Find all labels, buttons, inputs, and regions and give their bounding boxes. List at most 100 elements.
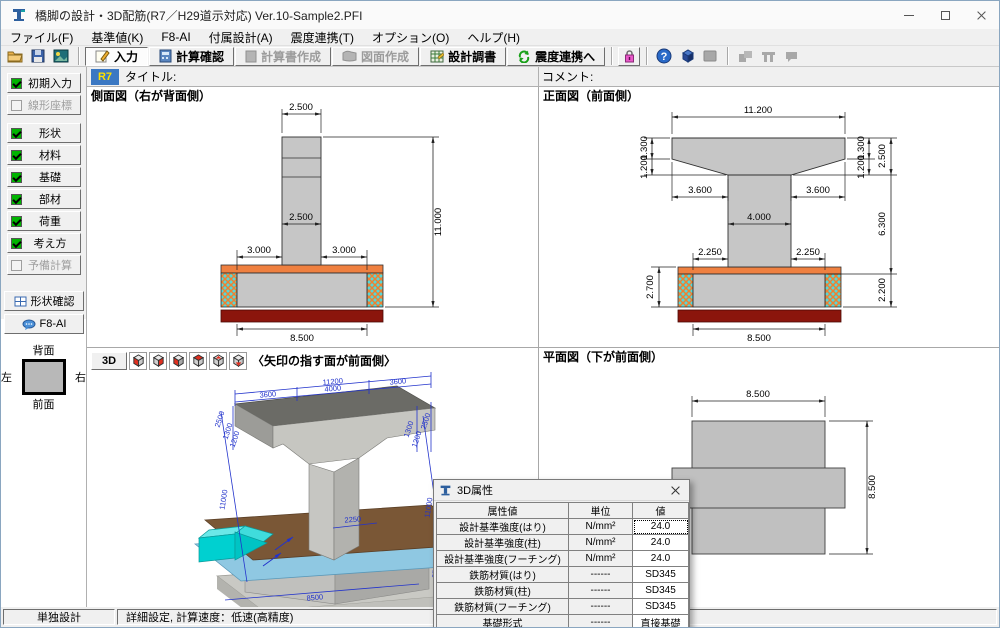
view3d-toolbar: 3D 〈矢印の指す面が前面側〉 (87, 348, 538, 371)
menu-f8ai[interactable]: F8-AI (152, 29, 199, 45)
orientation-widget: 背面 左 右 前面 (1, 342, 86, 412)
input-mode-button[interactable]: 入力 (85, 47, 148, 66)
toolbar-separator (78, 47, 80, 65)
svg-text:?: ? (661, 51, 668, 63)
sidebar-item-linear-coords[interactable]: 線形座標 (7, 95, 81, 115)
sidebar-item-label: 初期入力 (28, 75, 72, 91)
disabled-tool-3-button[interactable] (780, 47, 802, 66)
table-row: 基礎形式------直接基礎 (437, 615, 689, 628)
view-cube-bottom-button[interactable] (229, 352, 247, 370)
view3d-caption: 〈矢印の指す面が前面側〉 (252, 352, 396, 369)
dim-label: 2.250 (796, 247, 820, 258)
comment-field-label: コメント: (542, 68, 593, 85)
menu-attached-design[interactable]: 付属設計(A) (200, 28, 282, 47)
disabled-tool-2-button[interactable] (757, 47, 779, 66)
attr-value[interactable]: SD345 (633, 567, 689, 583)
attr-value[interactable]: 24.0 (633, 535, 689, 551)
design-sheet-button[interactable]: 設計調書 (420, 47, 506, 66)
attr-value[interactable]: 24.0 (633, 519, 689, 535)
backfill-hatch-right (367, 273, 383, 307)
close-icon (670, 485, 681, 496)
beam-plan (672, 468, 845, 508)
sidebar-item-material[interactable]: 材料 (7, 145, 81, 165)
column-header: 属性値 (437, 503, 569, 519)
sidebar-item-initial-input[interactable]: 初期入力 (7, 73, 81, 93)
orientation-box (22, 359, 66, 395)
sidebar-item-shape[interactable]: 形状 (7, 123, 81, 143)
view-cube-top-button[interactable] (209, 352, 227, 370)
column-header: 単位 (569, 503, 633, 519)
svg-text:11000: 11000 (217, 489, 229, 510)
sidebar-item-label: 部材 (39, 191, 61, 207)
table-row: 設計基準強度(はり)N/mm²24.0 (437, 519, 689, 535)
viewer-settings-button[interactable] (699, 47, 721, 66)
view-cube-icon (211, 353, 226, 368)
export-image-button[interactable] (50, 47, 72, 66)
folder-icon (7, 49, 23, 63)
save-button[interactable] (27, 47, 49, 66)
menu-help[interactable]: ヘルプ(H) (458, 28, 529, 47)
sidebar-item-member[interactable]: 部材 (7, 189, 81, 209)
check-icon (11, 78, 22, 89)
toolbar-separator (727, 47, 729, 65)
title-bar: 橋脚の設計・3D配筋(R7／H29道示対応) Ver.10-Sample2.PF… (1, 1, 999, 29)
sidebar-item-label: 考え方 (34, 235, 67, 251)
report-create-button[interactable]: 計算書作成 (235, 47, 331, 66)
3d-box-icon (680, 49, 695, 63)
3d-attributes-dialog: 3D属性 属性値 単位 値 設計基準強度(はり)N/mm²24.0 設計基準強度… (433, 479, 690, 628)
design-sheet-icon (430, 50, 444, 63)
report-icon (245, 50, 257, 63)
view-cube-back-button[interactable] (189, 352, 207, 370)
view-cube-left-button[interactable] (169, 352, 187, 370)
table-row: 設計基準強度(フーチング)N/mm²24.0 (437, 551, 689, 567)
chat-bubble-icon (22, 319, 36, 330)
open-file-button[interactable] (4, 47, 26, 66)
dialog-close-button[interactable] (666, 482, 684, 498)
3d-viewer-button[interactable] (676, 47, 698, 66)
menu-standard-values[interactable]: 基準値(K) (82, 28, 152, 47)
attr-value[interactable]: SD345 (633, 599, 689, 615)
calc-check-button[interactable]: 計算確認 (149, 47, 234, 66)
sidebar-item-load[interactable]: 荷重 (7, 211, 81, 231)
shape-check-button[interactable]: 形状確認 (4, 291, 84, 311)
menu-options[interactable]: オプション(O) (363, 28, 458, 47)
view-cube-icon (171, 353, 186, 368)
svg-text:2250: 2250 (344, 514, 361, 524)
table-row: 設計基準強度(柱)N/mm²24.0 (437, 535, 689, 551)
sidebar-item-approach[interactable]: 考え方 (7, 233, 81, 253)
side-view-title: 側面図（右が背面側） (90, 88, 211, 103)
view-cube-right-button[interactable] (149, 352, 167, 370)
dialog-title-bar[interactable]: 3D属性 (434, 480, 689, 501)
check-icon (11, 172, 22, 183)
help-button[interactable]: ? (653, 47, 675, 66)
attr-value[interactable]: 24.0 (633, 551, 689, 567)
view-cube-front-button[interactable] (129, 352, 147, 370)
minimize-button[interactable] (891, 1, 927, 29)
menu-file[interactable]: ファイル(F) (1, 28, 82, 47)
attr-value[interactable]: SD345 (633, 583, 689, 599)
image-icon (53, 49, 69, 63)
3d-toggle-button[interactable]: 3D (91, 352, 127, 370)
sidebar-item-preliminary-calc[interactable]: 予備計算 (7, 255, 81, 275)
attributes-table: 属性値 単位 値 設計基準強度(はり)N/mm²24.0 設計基準強度(柱)N/… (436, 502, 689, 628)
backfill-hatch-right (825, 274, 841, 307)
calc-check-label: 計算確認 (176, 48, 224, 65)
drawing-create-button[interactable]: 図面作成 (332, 47, 419, 66)
sidebar-item-label: 予備計算 (28, 257, 72, 273)
footing-body (237, 273, 367, 307)
menu-seismic-link[interactable]: 震度連携(T) (282, 28, 363, 47)
attr-name: 鉄筋材質(柱) (437, 583, 569, 599)
maximize-button[interactable] (927, 1, 963, 29)
sidebar-item-foundation[interactable]: 基礎 (7, 167, 81, 187)
f8ai-button[interactable]: F8-AI (4, 314, 84, 334)
disabled-tool-1-button[interactable] (734, 47, 756, 66)
seismic-link-button[interactable]: 震度連携へ (507, 47, 605, 66)
frame-icon (761, 50, 776, 63)
sidebar-item-label: 荷重 (39, 213, 61, 229)
close-button[interactable] (963, 1, 999, 29)
attr-value[interactable]: 直接基礎 (633, 615, 689, 628)
dim-label: 3.000 (247, 245, 271, 256)
attr-name: 鉄筋材質(はり) (437, 567, 569, 583)
dim-label: 3.000 (332, 245, 356, 256)
lock-button[interactable] (618, 47, 640, 66)
